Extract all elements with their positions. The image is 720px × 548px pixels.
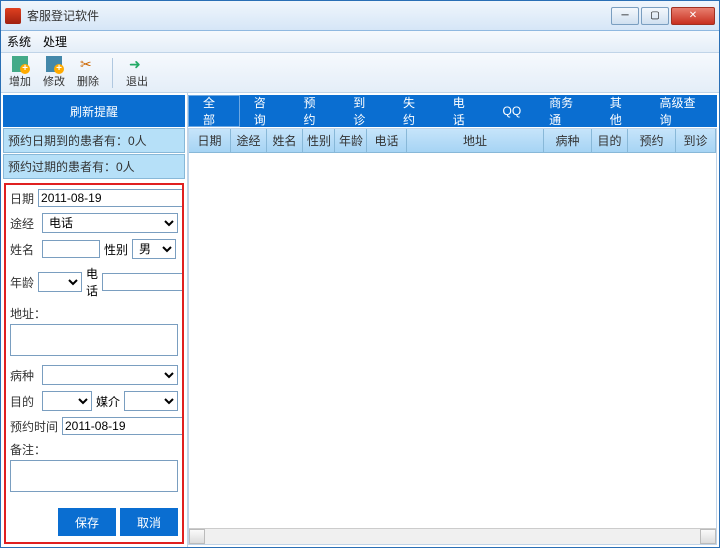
grid-body[interactable]	[189, 153, 716, 528]
col-age[interactable]: 年龄	[335, 129, 367, 152]
delete-button[interactable]: 删除	[75, 56, 101, 89]
add-label: 增加	[9, 73, 31, 89]
label-via: 途经	[10, 215, 38, 232]
app-icon	[5, 8, 21, 24]
label-gender: 性别	[104, 241, 128, 258]
app-window: 客服登记软件 ─ ▢ ✕ 系统 处理 增加 修改 删除 退出 刷新提	[0, 0, 720, 548]
col-name[interactable]: 姓名	[267, 129, 303, 152]
purpose-select[interactable]	[42, 391, 92, 411]
name-input[interactable]	[42, 240, 100, 258]
delete-label: 删除	[77, 73, 99, 89]
tab-miss[interactable]: 失约	[389, 95, 439, 127]
reminder-today: 预约日期到的患者有：0人	[3, 128, 185, 153]
refresh-reminder-button[interactable]: 刷新提醒	[3, 95, 185, 127]
label-phone: 电话	[86, 265, 98, 299]
toolbar: 增加 修改 删除 退出	[1, 53, 719, 93]
edit-icon	[46, 56, 62, 72]
col-phone[interactable]: 电话	[367, 129, 407, 152]
phone-input[interactable]	[102, 273, 184, 291]
window-title: 客服登记软件	[27, 7, 611, 24]
label-appt: 预约时间	[10, 418, 58, 435]
menubar: 系统 处理	[1, 31, 719, 53]
tab-visit[interactable]: 到诊	[339, 95, 389, 127]
close-button[interactable]: ✕	[671, 7, 715, 25]
tab-all[interactable]: 全部	[188, 95, 240, 127]
edit-button[interactable]: 修改	[41, 56, 67, 89]
label-disease: 病种	[10, 367, 38, 384]
menu-system[interactable]: 系统	[7, 33, 31, 50]
via-select[interactable]: 电话	[42, 213, 178, 233]
label-address: 地址：	[10, 305, 178, 322]
col-visit[interactable]: 到诊	[676, 129, 716, 152]
cancel-button[interactable]: 取消	[120, 508, 178, 536]
grid-header: 日期 途经 姓名 性别 年龄 电话 地址 病种 目的 预约 到诊	[189, 129, 716, 153]
tab-phone[interactable]: 电话	[439, 95, 489, 127]
media-select[interactable]	[124, 391, 178, 411]
edit-label: 修改	[43, 73, 65, 89]
label-date: 日期	[10, 190, 34, 207]
data-grid: 日期 途经 姓名 性别 年龄 电话 地址 病种 目的 预约 到诊	[188, 128, 717, 545]
add-button[interactable]: 增加	[7, 56, 33, 89]
label-purpose: 目的	[10, 393, 38, 410]
add-icon	[12, 56, 28, 72]
label-age: 年龄	[10, 274, 34, 291]
save-button[interactable]: 保存	[58, 508, 116, 536]
col-via[interactable]: 途经	[231, 129, 267, 152]
titlebar: 客服登记软件 ─ ▢ ✕	[1, 1, 719, 31]
tab-consult[interactable]: 咨询	[240, 95, 290, 127]
remark-textarea[interactable]	[10, 460, 178, 492]
gender-select[interactable]: 男	[132, 239, 176, 259]
tab-qq[interactable]: QQ	[489, 95, 536, 127]
tab-other[interactable]: 其他	[596, 95, 646, 127]
col-date[interactable]: 日期	[189, 129, 231, 152]
tab-reserve[interactable]: 预约	[290, 95, 340, 127]
col-address[interactable]: 地址	[407, 129, 544, 152]
date-input[interactable]	[38, 189, 184, 207]
toolbar-separator	[112, 58, 113, 88]
appt-input[interactable]	[62, 417, 184, 435]
form-panel: 日期 ▲▼ 途经 电话 姓名 性别 男 年龄	[4, 183, 184, 544]
age-select[interactable]	[38, 272, 82, 292]
disease-select[interactable]	[42, 365, 178, 385]
horizontal-scrollbar[interactable]	[189, 528, 716, 544]
tabs: 全部 咨询 预约 到诊 失约 电话 QQ 商务通 其他 高级查询	[188, 95, 717, 127]
label-remark: 备注：	[10, 441, 178, 458]
label-name: 姓名	[10, 241, 38, 258]
reminder-overdue: 预约过期的患者有：0人	[3, 154, 185, 179]
maximize-button[interactable]: ▢	[641, 7, 669, 25]
scissors-icon	[80, 56, 96, 72]
col-purpose[interactable]: 目的	[592, 129, 628, 152]
label-media: 媒介	[96, 393, 120, 410]
tab-biz[interactable]: 商务通	[535, 95, 596, 127]
col-appt[interactable]: 预约	[628, 129, 676, 152]
tab-advsearch[interactable]: 高级查询	[646, 95, 717, 127]
minimize-button[interactable]: ─	[611, 7, 639, 25]
content: 全部 咨询 预约 到诊 失约 电话 QQ 商务通 其他 高级查询 日期 途经 姓…	[188, 93, 719, 547]
main-row: 刷新提醒 预约日期到的患者有：0人 预约过期的患者有：0人 日期 ▲▼ 途经 电…	[1, 93, 719, 547]
exit-label: 退出	[126, 73, 148, 89]
col-disease[interactable]: 病种	[544, 129, 592, 152]
exit-button[interactable]: 退出	[124, 56, 150, 89]
exit-icon	[129, 56, 145, 72]
sidebar: 刷新提醒 预约日期到的患者有：0人 预约过期的患者有：0人 日期 ▲▼ 途经 电…	[1, 93, 188, 547]
col-gender[interactable]: 性别	[303, 129, 335, 152]
menu-process[interactable]: 处理	[43, 33, 67, 50]
window-controls: ─ ▢ ✕	[611, 7, 715, 25]
address-textarea[interactable]	[10, 324, 178, 356]
